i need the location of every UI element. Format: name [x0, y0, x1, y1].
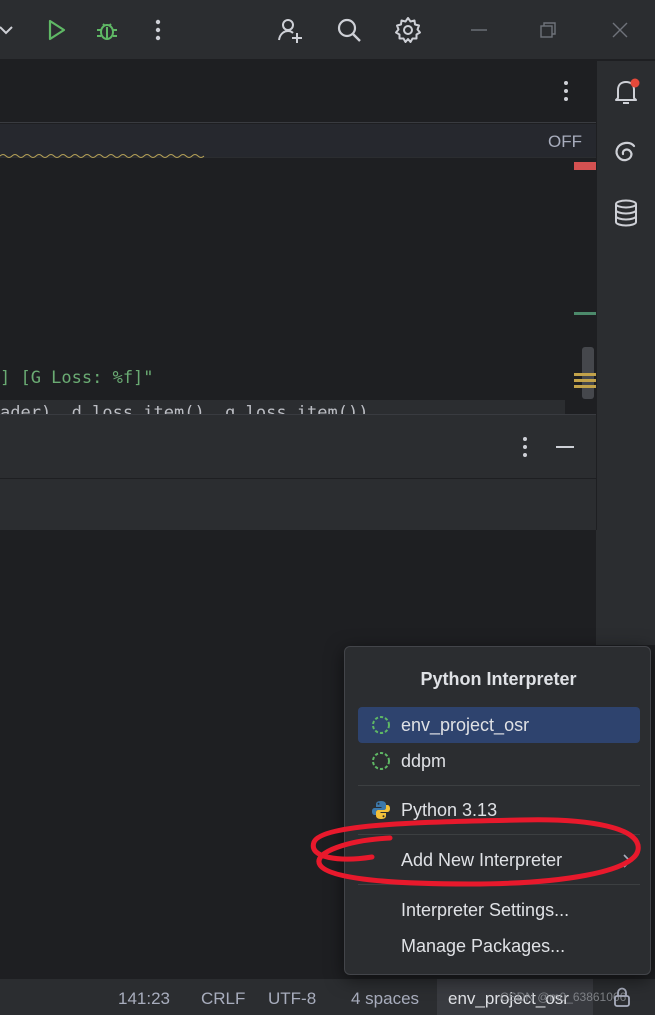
right-tool-strip-lower: [596, 530, 655, 645]
interpreter-label: env_project_osr: [401, 715, 530, 735]
change-marker[interactable]: [574, 312, 596, 315]
popup-title: Python Interpreter: [420, 669, 577, 689]
close-icon[interactable]: [602, 12, 638, 48]
run-button[interactable]: [38, 12, 74, 48]
interpreter-label: ddpm: [401, 751, 447, 771]
python-icon: [372, 801, 390, 819]
interpreter-label: Python 3.13: [401, 800, 498, 820]
menu-item-label: Manage Packages...: [401, 936, 566, 956]
debug-icon: [97, 23, 117, 40]
editor[interactable]: OFF ] [G Loss: %f]" ader), d_loss.item()…: [0, 61, 596, 414]
popup-divider: [358, 884, 640, 885]
caret-position[interactable]: 141:23: [118, 989, 170, 1009]
title-bar: [0, 0, 655, 60]
run-icon: [48, 19, 66, 41]
lock-icon[interactable]: [612, 986, 632, 1008]
gear-icon[interactable]: [390, 12, 426, 48]
popup-divider: [358, 785, 640, 786]
virtualenv-icon: [372, 752, 390, 770]
database-icon[interactable]: [609, 196, 643, 230]
add-new-interpreter-item[interactable]: Add New Interpreter: [358, 842, 640, 878]
editor-options-icon[interactable]: [554, 79, 578, 103]
python-interpreter-popup: Python Interpreter env_project_osr ddpm …: [344, 646, 651, 975]
warning-marker[interactable]: [574, 373, 596, 376]
tool-window-header: [0, 414, 596, 478]
more-vertical-icon[interactable]: [140, 12, 176, 48]
warning-marker[interactable]: [574, 379, 596, 382]
menu-item-label: Add New Interpreter: [401, 850, 563, 870]
error-marker[interactable]: [574, 162, 596, 170]
notifications-icon[interactable]: [609, 75, 643, 109]
interpreter-item-ddpm[interactable]: ddpm: [358, 743, 640, 779]
code-line-current: ader), d_loss.item(), g_loss.item()): [0, 400, 565, 414]
warning-marker[interactable]: [574, 385, 596, 388]
debug-button[interactable]: [89, 12, 125, 48]
restore-icon[interactable]: [530, 12, 566, 48]
ai-assistant-icon[interactable]: [609, 135, 643, 169]
interpreter-item-python-3-13[interactable]: Python 3.13: [358, 792, 640, 828]
search-icon[interactable]: [331, 12, 367, 48]
minimize-icon[interactable]: [461, 12, 497, 48]
watermark: CSDN @m0_63861066: [500, 990, 627, 1004]
add-user-icon[interactable]: [272, 12, 308, 48]
virtualenv-icon: [372, 716, 390, 734]
chevron-right-icon: [623, 854, 632, 868]
hide-tool-window-icon[interactable]: [553, 435, 577, 459]
manage-packages-item[interactable]: Manage Packages...: [358, 928, 640, 964]
editor-tab-bar: [0, 61, 596, 123]
code-line: ] [G Loss: %f]": [0, 368, 154, 388]
inlay-status[interactable]: OFF: [548, 132, 582, 152]
line-separator[interactable]: CRLF: [201, 989, 245, 1009]
warning-squiggle: [0, 154, 205, 158]
indent-setting[interactable]: 4 spaces: [351, 989, 419, 1009]
tool-window-options-icon[interactable]: [515, 435, 535, 459]
file-encoding[interactable]: UTF-8: [268, 989, 316, 1009]
chevron-down-icon[interactable]: [0, 12, 24, 48]
popup-divider: [358, 834, 640, 835]
interpreter-item-env-project-osr[interactable]: env_project_osr: [358, 707, 640, 743]
tool-window-toolbar: [0, 478, 596, 530]
menu-item-label: Interpreter Settings...: [401, 900, 570, 920]
interpreter-settings-item[interactable]: Interpreter Settings...: [358, 892, 640, 928]
